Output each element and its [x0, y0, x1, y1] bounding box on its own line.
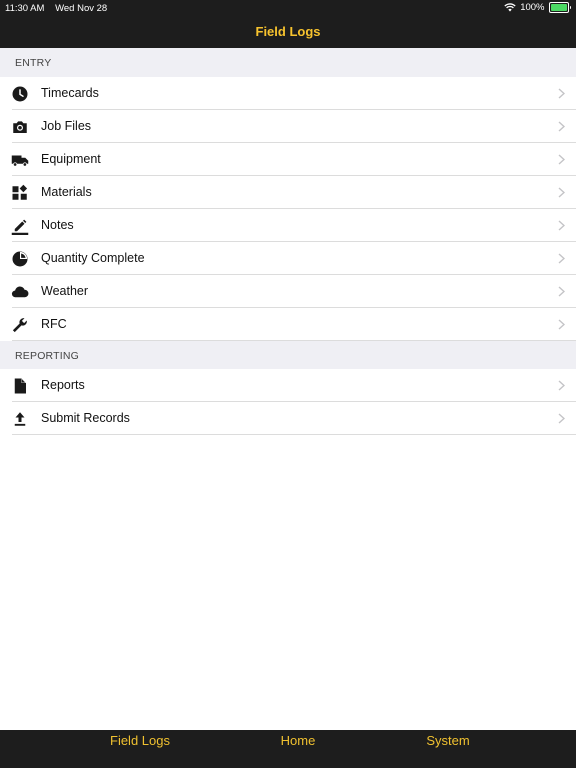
widgets-icon [12, 184, 28, 200]
wrench-icon [12, 318, 27, 333]
pie-chart-icon [12, 251, 28, 267]
tab-field-logs[interactable]: Field Logs [80, 733, 200, 748]
chevron-right-icon [558, 121, 565, 132]
navigation-bar: Field Logs [0, 16, 576, 48]
tab-home[interactable]: Home [238, 733, 358, 748]
list-item-label: Equipment [41, 152, 101, 166]
pencil-icon [11, 219, 29, 235]
battery-tip [569, 6, 571, 9]
tab-system[interactable]: System [388, 733, 508, 748]
status-indicators: 100% [504, 2, 571, 13]
list-item-job-files[interactable]: Job Files [0, 110, 576, 143]
cloud-icon [11, 286, 29, 298]
list-item-label: Reports [41, 378, 85, 392]
list-item-label: Job Files [41, 119, 92, 133]
section-header-reporting: REPORTING [0, 341, 576, 370]
status-bar: 11:30 AM Wed Nov 28 100% [0, 0, 576, 16]
section-header-entry: ENTRY [0, 48, 576, 77]
section-header-label: ENTRY [15, 57, 52, 69]
truck-icon [11, 155, 29, 167]
chevron-right-icon [558, 286, 565, 297]
chevron-right-icon [558, 220, 565, 231]
list-item-notes[interactable]: Notes [0, 209, 576, 242]
page-title: Field Logs [255, 24, 321, 39]
list-item-timecards[interactable]: Timecards [0, 77, 576, 110]
chevron-right-icon [558, 413, 565, 424]
list-item-label: RFC [41, 317, 67, 331]
list-item-rfc[interactable]: RFC [0, 308, 576, 341]
status-date: Wed Nov 28 [55, 3, 108, 14]
list-item-label: Notes [41, 218, 74, 232]
list-item-label: Timecards [41, 86, 99, 100]
document-icon [14, 378, 26, 394]
chevron-right-icon [558, 187, 565, 198]
list-item-label: Weather [41, 284, 89, 298]
list-item-materials[interactable]: Materials [0, 176, 576, 209]
chevron-right-icon [558, 88, 565, 99]
list-item-quantity-complete[interactable]: Quantity Complete [0, 242, 576, 275]
list-item-reports[interactable]: Reports [0, 369, 576, 402]
list-item-submit-records[interactable]: Submit Records [0, 402, 576, 435]
chevron-right-icon [558, 319, 565, 330]
battery-icon [548, 2, 569, 13]
list-item-label: Materials [41, 185, 92, 199]
list-item-weather[interactable]: Weather [0, 275, 576, 308]
status-time-date: 11:30 AM Wed Nov 28 [5, 3, 107, 14]
tab-bar: Field Logs Home System [0, 730, 576, 768]
chevron-right-icon [558, 154, 565, 165]
battery-percent: 100% [520, 2, 545, 13]
chevron-right-icon [558, 380, 565, 391]
list-item-equipment[interactable]: Equipment [0, 143, 576, 176]
camera-icon [13, 121, 27, 133]
section-header-label: REPORTING [15, 350, 80, 362]
chevron-right-icon [558, 253, 565, 264]
list-item-label: Submit Records [41, 411, 130, 425]
status-time: 11:30 AM [5, 3, 45, 14]
wifi-icon [504, 3, 516, 12]
list-item-label: Quantity Complete [41, 251, 145, 265]
clock-icon [12, 86, 28, 102]
upload-icon [14, 412, 26, 426]
